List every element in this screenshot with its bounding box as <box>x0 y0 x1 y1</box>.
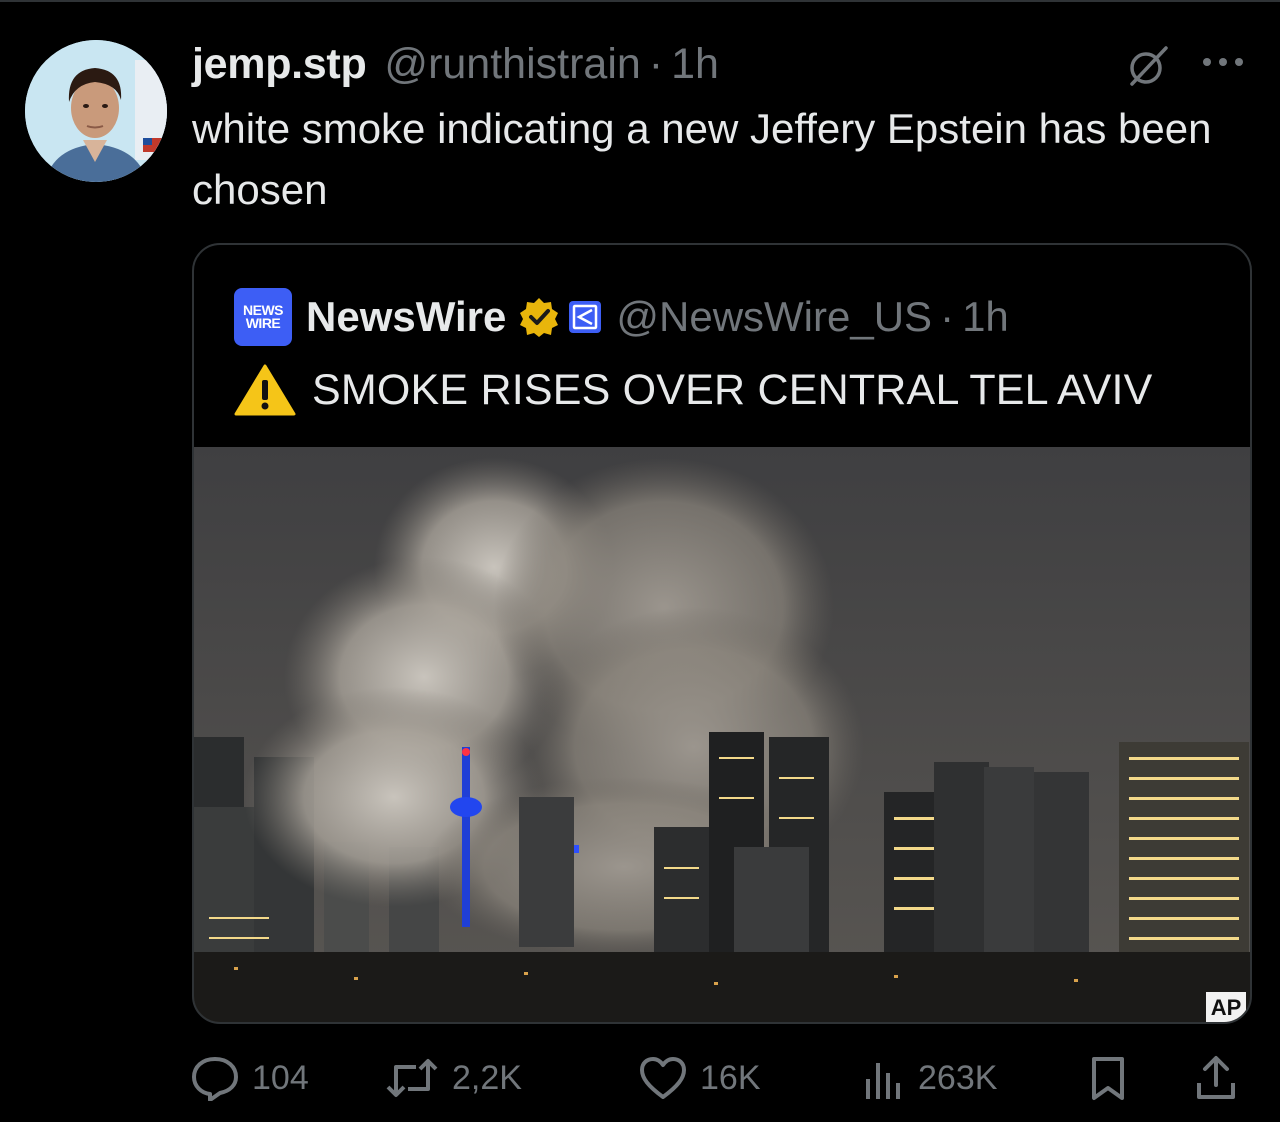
reply-button[interactable]: 104 <box>190 1050 309 1106</box>
quoted-image[interactable]: AP <box>194 447 1250 1022</box>
bookmark-icon <box>1092 1057 1124 1100</box>
action-bar: 104 2,2K 16K 263K <box>190 1050 1250 1106</box>
avatar[interactable] <box>25 40 167 182</box>
reply-count: 104 <box>252 1058 309 1097</box>
warning-icon <box>234 364 296 416</box>
quoted-headline: SMOKE RISES OVER CENTRAL TEL AVIV <box>312 365 1153 414</box>
share-icon <box>1197 1056 1235 1099</box>
quoted-handle[interactable]: @NewsWire_US <box>616 293 932 341</box>
post-header: jemp.stp @runthistrain · 1h <box>192 36 719 92</box>
newswire-logo[interactable]: NEWS WIRE <box>234 288 292 346</box>
post-timestamp[interactable]: 1h <box>671 40 719 89</box>
heart-icon <box>640 1057 686 1099</box>
reply-icon <box>192 1057 238 1101</box>
verified-badge-icon[interactable] <box>518 296 560 338</box>
repost-button[interactable]: 2,2K <box>384 1050 522 1106</box>
quoted-separator: · <box>940 293 955 340</box>
grok-icon[interactable] <box>1126 44 1170 88</box>
analytics-icon <box>866 1063 900 1099</box>
profile-photo <box>25 40 167 182</box>
author-display-name[interactable]: jemp.stp <box>192 40 367 89</box>
night-skyline-smoke-photo: AP <box>194 447 1250 1022</box>
header-separator: · <box>648 39 664 88</box>
author-handle[interactable]: @runthistrain <box>384 40 640 89</box>
quoted-text: SMOKE RISES OVER CENTRAL TEL AVIV <box>234 363 1153 417</box>
logo-text-line2: WIRE <box>245 315 281 331</box>
quoted-post-header: NEWS WIRE NewsWire @NewsWire_US · 1h <box>234 287 1009 347</box>
bookmark-button[interactable] <box>1088 1050 1128 1106</box>
view-count: 263K <box>918 1058 998 1097</box>
like-count: 16K <box>700 1058 761 1097</box>
affiliate-badge-icon[interactable] <box>568 300 602 334</box>
top-divider <box>0 0 1280 2</box>
like-button[interactable]: 16K <box>638 1050 761 1106</box>
views-button[interactable]: 263K <box>862 1050 997 1106</box>
image-credit: AP <box>1211 995 1242 1020</box>
repost-icon <box>386 1059 438 1097</box>
ellipsis-icon[interactable] <box>1198 44 1248 80</box>
quoted-post[interactable]: NEWS WIRE NewsWire @NewsWire_US · 1h SMO… <box>192 243 1252 1024</box>
share-button[interactable] <box>1194 1050 1238 1106</box>
post-text: white smoke indicating a new Jeffery Eps… <box>192 105 1212 213</box>
quoted-display-name[interactable]: NewsWire <box>306 293 506 341</box>
quoted-timestamp[interactable]: 1h <box>962 293 1009 341</box>
repost-count: 2,2K <box>452 1058 522 1097</box>
